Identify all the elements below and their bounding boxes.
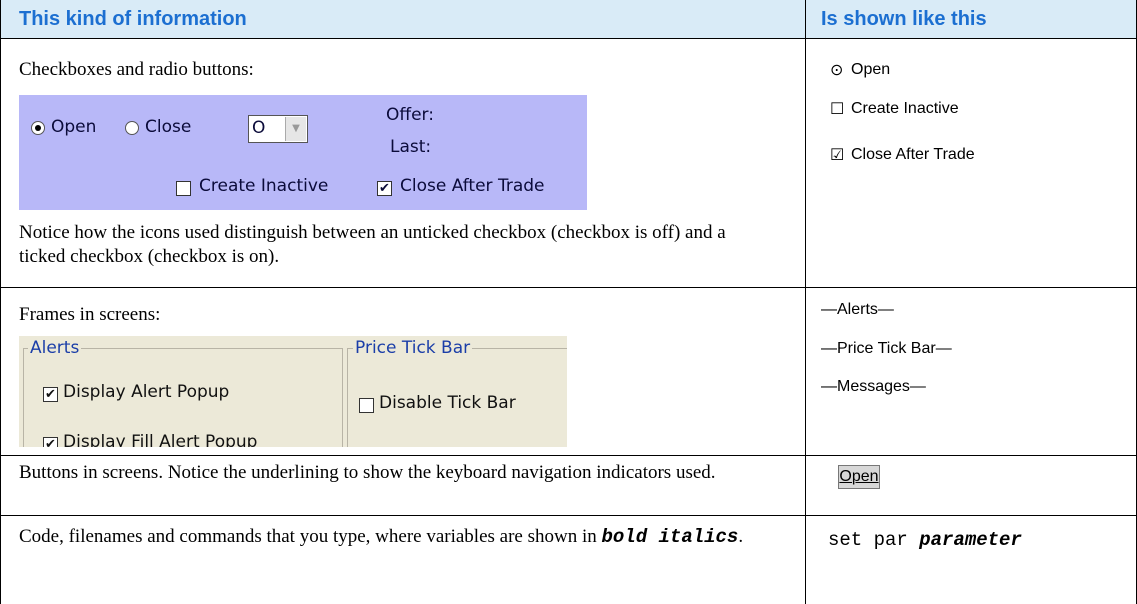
display-fill-alert-label: Display Fill Alert Popup [63, 432, 258, 447]
row-checkboxes-title: Checkboxes and radio buttons: [19, 59, 254, 80]
disable-tick-bar-label: Disable Tick Bar [379, 393, 516, 413]
shown-open: Open [851, 61, 891, 78]
checkbox-unchecked-icon [359, 398, 374, 413]
create-inactive-label: Create Inactive [199, 176, 329, 196]
shown-frame-messages: —Messages— [821, 378, 926, 395]
close-after-trade-label: Close After Trade [400, 176, 545, 196]
column-divider [805, 0, 806, 604]
checkbox-unchecked-icon [176, 181, 191, 196]
header-col1: This kind of information [19, 8, 247, 30]
shown-radio-icon: ⊙ [830, 62, 844, 79]
shown-close-after-trade: Close After Trade [851, 146, 975, 163]
table-border-left [0, 0, 1, 604]
code-variable: parameter [919, 529, 1022, 551]
row-frames-title: Frames in screens: [19, 304, 161, 325]
checkbox-screenshot: Open Close O ▼ Offer: Last: Create Inact… [19, 95, 587, 210]
row-buttons-title: Buttons in screens. Notice the underlini… [19, 462, 716, 483]
offer-label: Offer: [386, 105, 434, 125]
order-type-combo: O ▼ [248, 115, 308, 143]
code-example: set par parameter [828, 529, 1022, 551]
row-code-title-suffix: . [738, 526, 744, 547]
radio-open-icon [31, 121, 45, 135]
price-tick-bar-frame-legend: Price Tick Bar [353, 338, 473, 358]
checkbox-checked-icon: ✔ [377, 181, 392, 196]
shown-frame-price-tick-bar: —Price Tick Bar— [821, 340, 952, 357]
row-code-title-text: Code, filenames and commands that you ty… [19, 526, 597, 547]
open-button[interactable]: Open [838, 465, 880, 489]
row-checkboxes-note: Notice how the icons used distinguish be… [19, 222, 726, 267]
frames-screenshot: Alerts Price Tick Bar ✔ Display Alert Po… [19, 336, 567, 447]
table-header: This kind of information Is shown like t… [0, 0, 1137, 38]
shown-checked-icon: ☑ [830, 147, 845, 164]
row-code-title-emph: bold italics [601, 526, 739, 548]
shown-unchecked-icon: ☐ [830, 101, 845, 118]
display-alert-popup-label: Display Alert Popup [63, 382, 230, 402]
combo-value: O [252, 118, 266, 138]
radio-close-label: Close [145, 117, 192, 137]
shown-frame-alerts: —Alerts— [821, 301, 894, 318]
radio-close-icon [125, 121, 139, 135]
row-divider [0, 287, 1137, 288]
row-divider [0, 38, 1137, 39]
header-col2: Is shown like this [821, 8, 987, 30]
shown-create-inactive: Create Inactive [851, 100, 959, 117]
row-divider [0, 455, 1137, 456]
radio-open-label: Open [51, 117, 97, 137]
checkbox-checked-icon: ✔ [43, 387, 58, 402]
code-plain: set par [828, 529, 908, 551]
last-label: Last: [390, 137, 432, 157]
alerts-frame-legend: Alerts [28, 338, 82, 358]
conventions-table: This kind of information Is shown like t… [0, 0, 1137, 604]
row-divider [0, 515, 1137, 516]
combo-arrow-icon: ▼ [285, 117, 306, 141]
row-code-title: Code, filenames and commands that you ty… [19, 525, 799, 549]
checkbox-checked-icon: ✔ [43, 437, 58, 447]
